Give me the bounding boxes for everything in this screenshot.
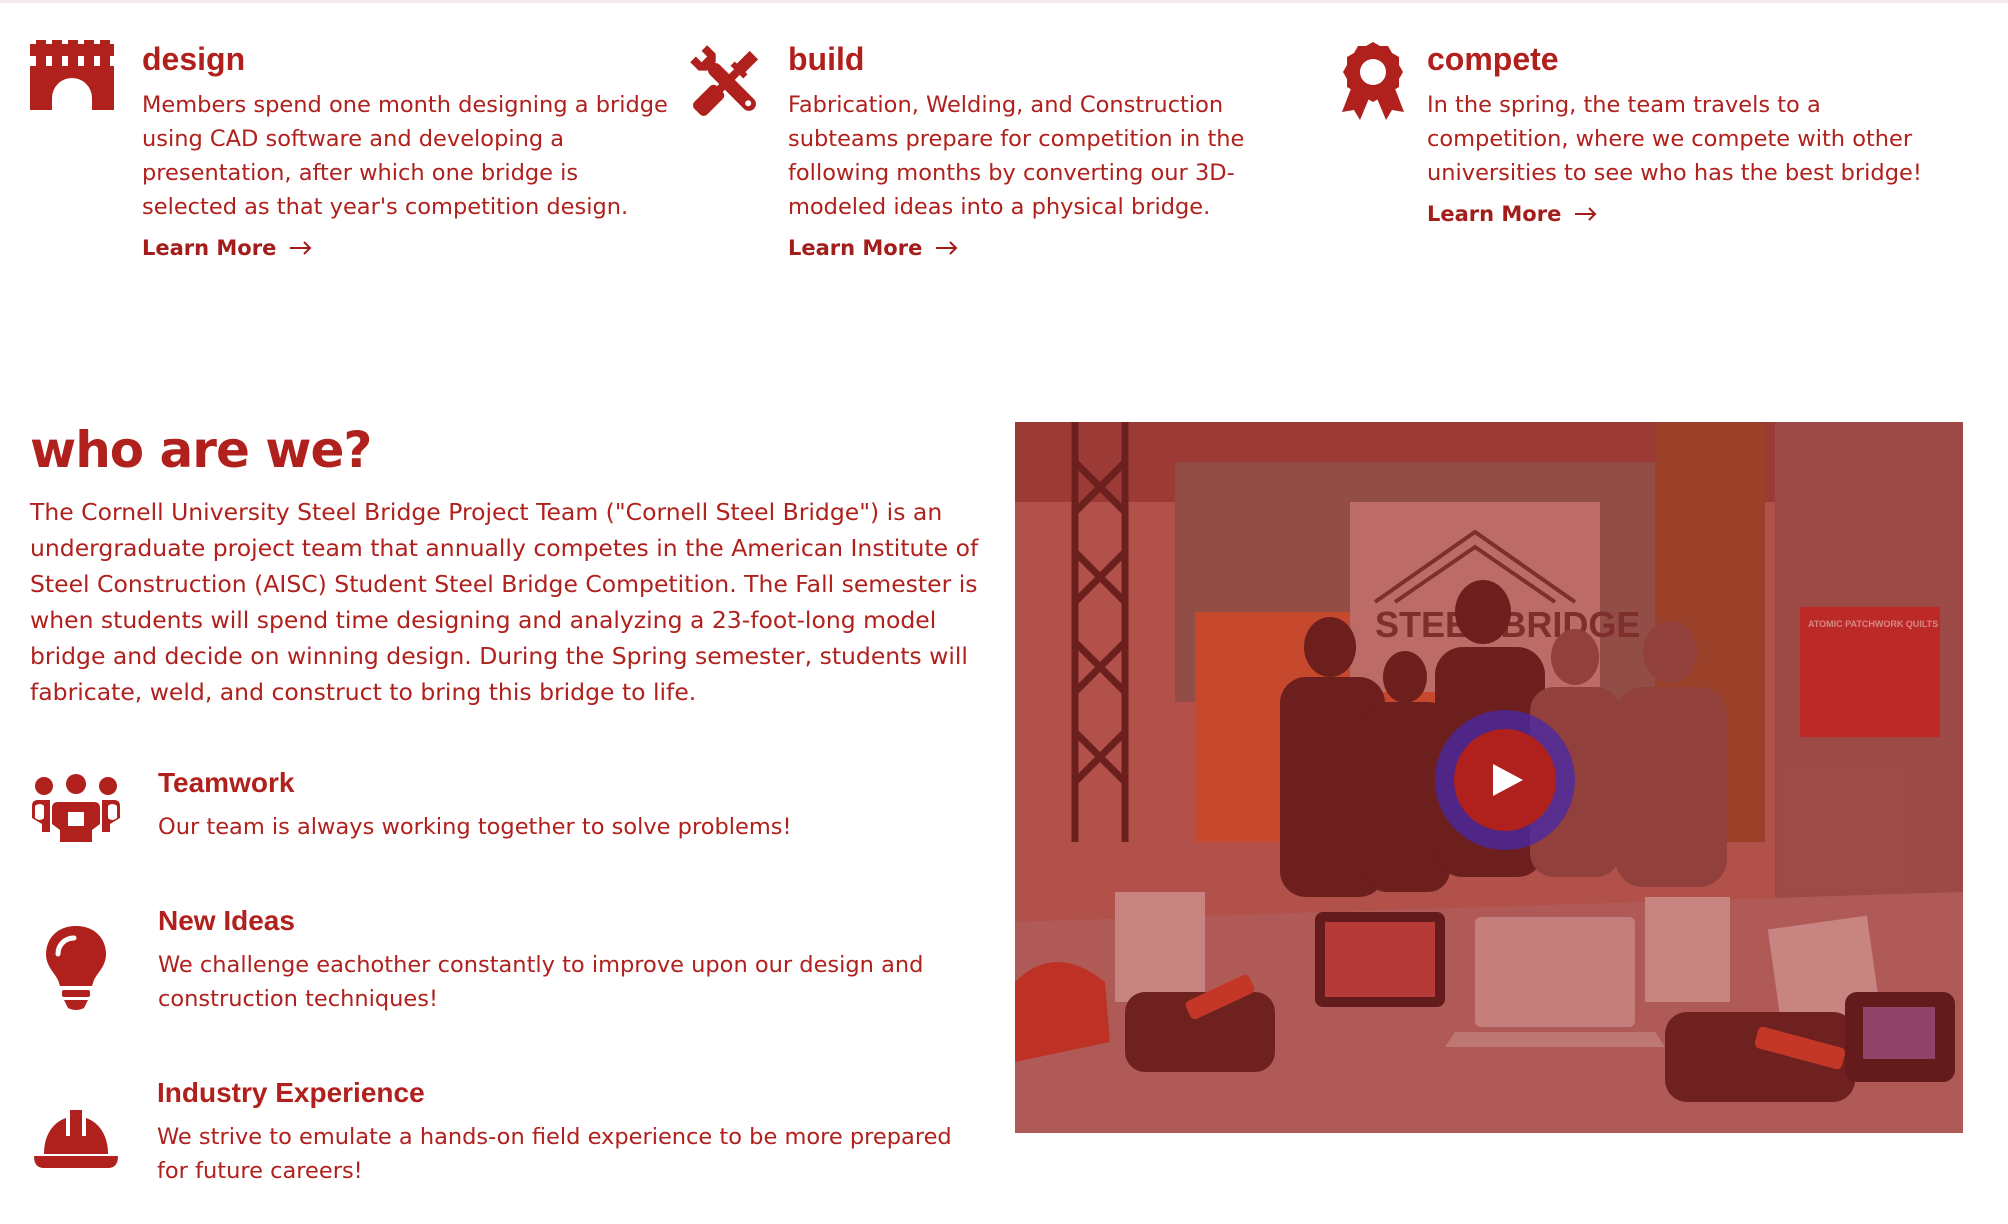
value-description: We strive to emulate a hands-on field ex… — [157, 1124, 952, 1184]
play-button[interactable] — [1435, 710, 1575, 850]
arrow-right-icon — [1575, 207, 1597, 221]
award-icon — [1340, 40, 1406, 124]
play-icon — [1493, 764, 1523, 796]
video-poster-title: ATOMIC PATCHWORK QUILTS — [1808, 619, 1938, 629]
team-video[interactable]: STEEL BRIDGE ATOMIC PATCHWORK QUILTS — [1015, 422, 1963, 1133]
feature-description: Members spend one month designing a brid… — [142, 92, 668, 220]
feature-title: compete — [1427, 41, 1559, 77]
feature-description: Fabrication, Welding, and Construction s… — [788, 92, 1245, 220]
learn-more-link[interactable]: Learn More — [788, 236, 958, 260]
feature-title: design — [142, 41, 246, 77]
value-title: Industry Experience — [157, 1077, 425, 1108]
learn-more-label: Learn More — [142, 236, 277, 260]
top-divider — [0, 0, 2008, 3]
bridge-icon — [30, 40, 114, 124]
section-title: who are we? — [30, 421, 372, 479]
learn-more-link[interactable]: Learn More — [1427, 202, 1597, 226]
value-description: We challenge eachother constantly to imp… — [158, 952, 924, 1012]
lightbulb-icon — [30, 924, 122, 1014]
feature-title: build — [788, 41, 865, 77]
value-title: Teamwork — [158, 767, 295, 798]
value-description: Our team is always working together to s… — [158, 814, 792, 840]
wrench-screwdriver-icon — [685, 40, 769, 124]
feature-description: In the spring, the team travels to a com… — [1427, 92, 1922, 186]
team-icon — [30, 772, 122, 862]
section-description: The Cornell University Steel Bridge Proj… — [30, 498, 979, 706]
value-title: New Ideas — [158, 905, 295, 936]
arrow-right-icon — [290, 241, 312, 255]
learn-more-label: Learn More — [788, 236, 923, 260]
learn-more-label: Learn More — [1427, 202, 1562, 226]
learn-more-link[interactable]: Learn More — [142, 236, 312, 260]
hard-hat-icon — [30, 1100, 122, 1190]
arrow-right-icon — [936, 241, 958, 255]
